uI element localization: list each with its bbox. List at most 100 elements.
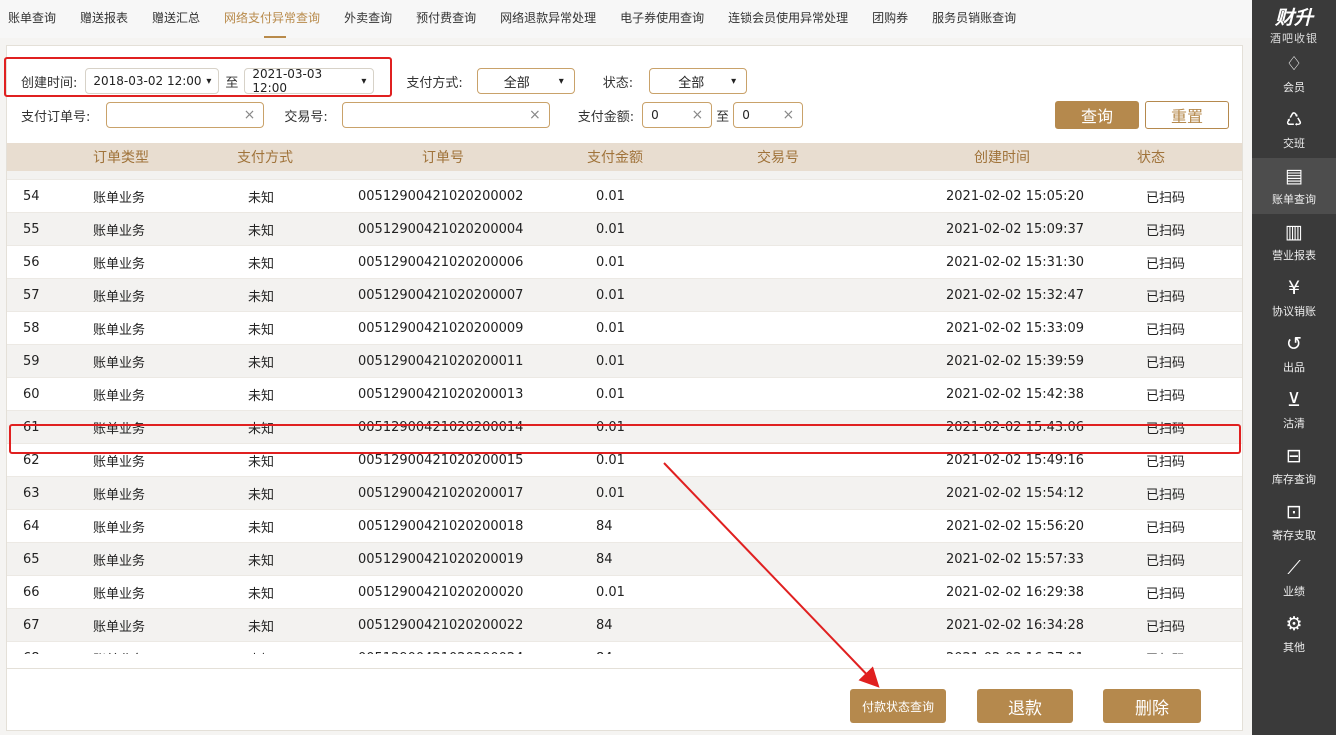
sidebar-item-10[interactable]: ⚙ 其他 <box>1252 606 1336 662</box>
tab-9[interactable]: 团购券 <box>872 0 908 38</box>
row-pay-method: 未知 <box>248 355 275 371</box>
row-index: 68 <box>23 651 40 655</box>
table-row[interactable]: 68 账单业务 未知 00512900421020200024 84 2021-02-02… <box>7 642 1242 655</box>
row-order-type: 账单业务 <box>93 171 145 173</box>
row-order-no: 00512900421020200014 <box>358 419 524 435</box>
tab-8[interactable]: 连锁会员使用异常处理 <box>728 0 848 38</box>
pay-method-label: 支付方式: <box>406 75 463 91</box>
delete-button[interactable]: 删除 <box>1103 689 1201 723</box>
row-index: 57 <box>23 287 40 303</box>
row-pay-method: 未知 <box>248 190 275 206</box>
order-no-input[interactable]: × <box>106 102 265 128</box>
reset-button[interactable]: 重置 <box>1145 101 1229 129</box>
pay-status-query-button[interactable]: 付款状态查询 <box>850 689 946 723</box>
created-from-select[interactable]: 2018-03-02 12:00 ▾ <box>85 68 220 94</box>
amount-from-value: 0 <box>651 108 659 122</box>
refund-button[interactable]: 退款 <box>977 689 1073 723</box>
row-order-type: 账单业务 <box>93 421 146 437</box>
action-bar: 付款状态查询 退款 删除 <box>7 668 1242 730</box>
trx-input[interactable]: × <box>341 102 550 128</box>
row-status: 已扫码 <box>1146 586 1186 602</box>
row-amount: 0.01 <box>596 452 625 468</box>
row-created-time: 2021-02-02 15:05:20 <box>946 188 1085 204</box>
table-row[interactable]: 58 账单业务 未知 00512900421020200009 0.01 2021-02-… <box>7 312 1242 345</box>
row-order-no: 00512900421020200018 <box>358 518 524 534</box>
row-pay-method: 未知 <box>248 289 275 305</box>
sidebar-item-6[interactable]: ⊻ 沽清 <box>1252 382 1336 438</box>
sidebar-item-1[interactable]: ♺ 交班 <box>1252 102 1336 158</box>
row-order-no: 00512900421020200022 <box>358 617 524 633</box>
sidebar-item-label: 协议销账 <box>1272 305 1316 318</box>
sidebar-item-2[interactable]: ▤ 账单查询 <box>1252 158 1336 214</box>
clear-icon[interactable]: × <box>244 107 256 123</box>
report-icon: ▥ <box>1285 221 1303 243</box>
table-body[interactable]: 53账单业务未知005129004210201000010.012021-02-… <box>7 171 1242 654</box>
amount-to-input[interactable]: 0 × <box>733 102 804 128</box>
row-created-time: 2021-02-02 15:31:30 <box>946 254 1085 270</box>
row-amount: 0.01 <box>596 485 625 501</box>
row-status: 已扫码 <box>1146 355 1186 371</box>
table-row[interactable]: 56 账单业务 未知 00512900421020200006 0.01 2021-02-… <box>7 246 1242 279</box>
status-label: 状态: <box>602 75 634 91</box>
top-nav: 账单查询 赠送报表 赠送汇总 网络支付异常查询 外卖查询 预付费查询 网络退款异常处理 电子券… <box>0 0 1252 38</box>
table-row[interactable]: 65 账单业务 未知 00512900421020200019 84 2021-02-02… <box>7 543 1242 576</box>
clear-icon[interactable]: × <box>529 107 541 123</box>
created-to-select[interactable]: 2021-03-03 12:00 ▾ <box>244 67 375 95</box>
table-row[interactable]: 54 账单业务 未知 00512900421020200002 0.01 2021-02-… <box>7 180 1242 213</box>
sidebar-item-9[interactable]: ⟋ 业绩 <box>1252 550 1336 606</box>
clear-icon[interactable]: × <box>782 107 794 123</box>
tab-1[interactable]: 赠送报表 <box>80 0 128 38</box>
pay-method-select[interactable]: 全部 ▾ <box>476 68 575 94</box>
sidebar-item-0[interactable]: ♢ 会员 <box>1252 46 1336 102</box>
tab-0[interactable]: 账单查询 <box>8 0 56 38</box>
row-order-type: 账单业务 <box>93 322 146 338</box>
row-status: 已扫码 <box>1146 553 1186 569</box>
table-row[interactable]: 57 账单业务 未知 00512900421020200007 0.01 2021-02-… <box>7 279 1242 312</box>
amount-from-input[interactable]: 0 × <box>642 102 713 128</box>
sidebar-item-8[interactable]: ⊡ 寄存支取 <box>1252 494 1336 550</box>
row-pay-method: 未知 <box>248 256 275 272</box>
table-row[interactable]: 64 账单业务 未知 00512900421020200018 84 2021-02-02… <box>7 510 1242 543</box>
sidebar-item-label: 账单查询 <box>1272 193 1316 206</box>
row-status: 已扫码 <box>1146 487 1186 503</box>
sidebar-item-3[interactable]: ▥ 营业报表 <box>1252 214 1336 270</box>
tab-5[interactable]: 预付费查询 <box>416 0 476 38</box>
row-created-time: 2021-02-02 15:33:09 <box>946 320 1085 336</box>
tab-3[interactable]: 网络支付异常查询 <box>224 0 320 38</box>
sidebar-item-label: 其他 <box>1283 641 1305 654</box>
table-row[interactable]: 61 账单业务 未知 00512900421020200014 0.01 2021-02-… <box>7 411 1242 444</box>
row-created-time: 2021-02-02 15:43:06 <box>946 419 1085 435</box>
table-row[interactable]: 60 账单业务 未知 00512900421020200013 0.01 2021-02-… <box>7 378 1242 411</box>
sidebar-item-5[interactable]: ↺ 出品 <box>1252 326 1336 382</box>
created-from-value: 2018-03-02 12:00 <box>93 74 202 88</box>
table-row[interactable]: 59 账单业务 未知 00512900421020200011 0.01 2021-02-… <box>7 345 1242 378</box>
row-pay-method: 未知 <box>248 520 275 536</box>
status-select[interactable]: 全部 ▾ <box>649 68 748 94</box>
row-amount: 0.01 <box>596 353 625 369</box>
sidebar-item-7[interactable]: ⊟ 库存查询 <box>1252 438 1336 494</box>
table-row[interactable]: 55 账单业务 未知 00512900421020200004 0.01 2021-02-… <box>7 213 1242 246</box>
status-value: 全部 <box>678 75 705 91</box>
row-pay-method: 未知 <box>248 619 275 635</box>
row-status: 已扫码 <box>1146 619 1186 635</box>
table-row[interactable]: 66 账单业务 未知 00512900421020200020 0.01 2021-02-… <box>7 576 1242 609</box>
tab-2[interactable]: 赠送汇总 <box>152 0 200 38</box>
tab-4[interactable]: 外卖查询 <box>344 0 392 38</box>
row-order-no: 00512900421020200011 <box>358 353 524 369</box>
table-row[interactable]: 67 账单业务 未知 00512900421020200022 84 2021-02-02… <box>7 609 1242 642</box>
table-row[interactable]: 53账单业务未知005129004210201000010.012021-02-… <box>7 171 1242 180</box>
row-index: 58 <box>23 320 40 336</box>
clear-icon[interactable]: × <box>691 107 703 123</box>
row-order-no: 00512900421020200019 <box>358 551 524 567</box>
sidebar-item-label: 交班 <box>1283 137 1305 150</box>
table-row[interactable]: 62 账单业务 未知 00512900421020200015 0.01 2021-02-… <box>7 444 1242 477</box>
tab-6[interactable]: 网络退款异常处理 <box>500 0 596 38</box>
sidebar-item-label: 会员 <box>1283 81 1305 94</box>
row-order-no: 00512900421020200007 <box>358 287 524 303</box>
tab-7[interactable]: 电子券使用查询 <box>620 0 704 38</box>
table-row[interactable]: 63 账单业务 未知 00512900421020200017 0.01 2021-02-… <box>7 477 1242 510</box>
sidebar-item-4[interactable]: ¥ 协议销账 <box>1252 270 1336 326</box>
sidebar-item-label: 业绩 <box>1283 585 1305 598</box>
query-button[interactable]: 查询 <box>1055 101 1139 129</box>
tab-10[interactable]: 服务员销账查询 <box>932 0 1016 38</box>
